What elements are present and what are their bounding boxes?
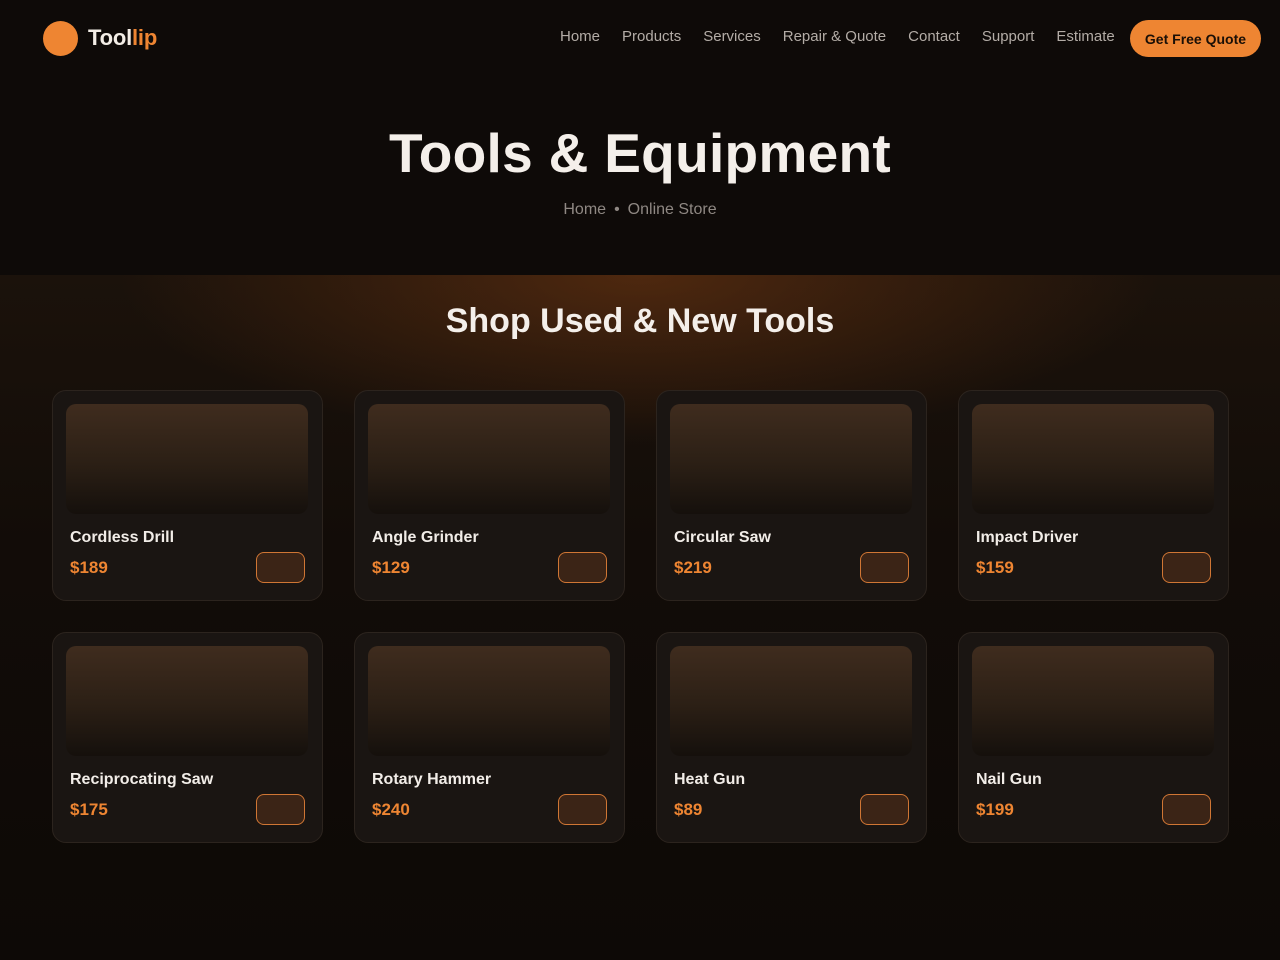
- breadcrumb-current: Online Store: [627, 201, 717, 218]
- nav-item-support[interactable]: Support: [982, 28, 1035, 46]
- product-card[interactable]: Rotary Hammer $240: [354, 632, 625, 843]
- product-price: $199: [976, 800, 1014, 819]
- nav-item-repair-quote[interactable]: Repair & Quote: [783, 28, 886, 46]
- product-name: Nail Gun: [976, 771, 1042, 788]
- product-name: Reciprocating Saw: [70, 771, 214, 788]
- nav-item-estimate[interactable]: Estimate: [1056, 28, 1114, 46]
- product-name: Heat Gun: [674, 771, 746, 788]
- brand-name: Toollip: [88, 25, 157, 51]
- brand-logo[interactable]: Toollip: [43, 20, 157, 56]
- product-name: Rotary Hammer: [372, 771, 492, 788]
- product-name: Circular Saw: [674, 529, 771, 546]
- logo-circle-icon: [43, 20, 78, 56]
- product-name: Cordless Drill: [70, 529, 175, 546]
- page: Toollip Home Products Services Repair & Quo…: [0, 0, 1280, 960]
- product-image: [972, 646, 1214, 756]
- nav-item-contact[interactable]: Contact: [908, 28, 960, 46]
- product-image: [670, 404, 912, 514]
- breadcrumb-separator-icon: •: [614, 201, 620, 218]
- product-price: $129: [372, 558, 410, 577]
- product-card[interactable]: Reciprocating Saw $175: [52, 632, 323, 843]
- breadcrumb-home[interactable]: Home: [563, 201, 606, 218]
- product-card[interactable]: Cordless Drill $189: [52, 390, 323, 601]
- add-to-cart-button[interactable]: [860, 794, 909, 825]
- nav-item-home[interactable]: Home: [560, 28, 600, 46]
- product-name: Angle Grinder: [372, 529, 479, 546]
- product-image: [66, 404, 308, 514]
- product-price: $240: [372, 800, 410, 819]
- add-to-cart-button[interactable]: [558, 552, 607, 583]
- product-card[interactable]: Circular Saw $219: [656, 390, 927, 601]
- brand-name-part2: lip: [132, 25, 158, 50]
- product-card[interactable]: Heat Gun $89: [656, 632, 927, 843]
- section-title: Shop Used & New Tools: [445, 302, 835, 340]
- shop-section: Shop Used & New Tools Cordless Drill $18…: [0, 275, 1280, 960]
- product-card[interactable]: Angle Grinder $129: [354, 390, 625, 601]
- add-to-cart-button[interactable]: [860, 552, 909, 583]
- main-nav: Home Products Services Repair & Quote Contac…: [560, 28, 1132, 48]
- product-image: [368, 404, 610, 514]
- add-to-cart-button[interactable]: [256, 552, 305, 583]
- product-image: [670, 646, 912, 756]
- get-free-quote-button[interactable]: Get Free Quote: [1130, 20, 1261, 57]
- page-title: Tools & Equipment: [388, 122, 892, 184]
- product-image: [66, 646, 308, 756]
- add-to-cart-button[interactable]: [256, 794, 305, 825]
- product-name: Impact Driver: [976, 529, 1079, 546]
- add-to-cart-button[interactable]: [558, 794, 607, 825]
- brand-name-part1: Tool: [88, 25, 132, 50]
- nav-item-services[interactable]: Services: [703, 28, 761, 46]
- breadcrumb: Home • Online Store: [0, 201, 1280, 219]
- product-price: $219: [674, 558, 712, 577]
- site-header: Toollip Home Products Services Repair & Quo…: [0, 0, 1280, 76]
- product-card[interactable]: Impact Driver $159: [958, 390, 1229, 601]
- product-price: $175: [70, 800, 108, 819]
- product-price: $159: [976, 558, 1014, 577]
- product-image: [972, 404, 1214, 514]
- product-price: $89: [674, 800, 703, 819]
- hero-section: Tools & Equipment Home • Online Store: [0, 76, 1280, 275]
- add-to-cart-button[interactable]: [1162, 552, 1211, 583]
- product-image: [368, 646, 610, 756]
- product-card[interactable]: Nail Gun $199: [958, 632, 1229, 843]
- nav-item-products[interactable]: Products: [622, 28, 681, 46]
- product-price: $189: [70, 558, 108, 577]
- add-to-cart-button[interactable]: [1162, 794, 1211, 825]
